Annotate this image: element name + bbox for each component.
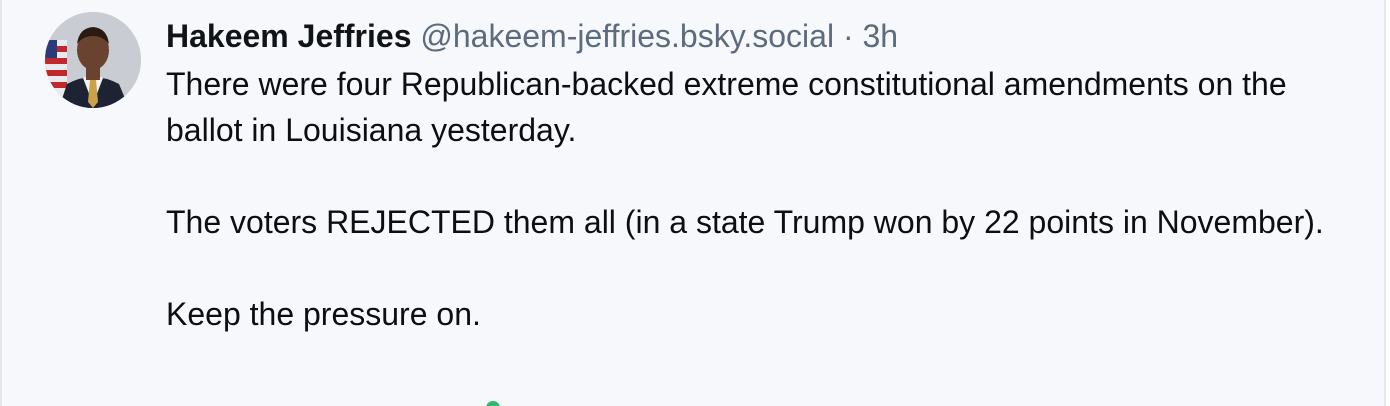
post-content: Hakeem Jeffries @hakeem-jeffries.bsky.so… bbox=[166, 14, 1366, 337]
author-name[interactable]: Hakeem Jeffries bbox=[166, 18, 411, 54]
post-paragraph: The voters REJECTED them all (in a state… bbox=[166, 204, 1324, 240]
post-paragraph: There were four Republican-backed extrem… bbox=[166, 66, 1287, 148]
post-text: There were four Republican-backed extrem… bbox=[166, 61, 1366, 337]
post-header: Hakeem Jeffries @hakeem-jeffries.bsky.so… bbox=[166, 14, 1366, 58]
post-paragraph: Keep the pressure on. bbox=[166, 296, 481, 332]
author-avatar[interactable] bbox=[45, 12, 141, 108]
action-icon-partial bbox=[486, 401, 500, 406]
avatar-photo-icon bbox=[45, 12, 141, 108]
post-card[interactable]: Hakeem Jeffries @hakeem-jeffries.bsky.so… bbox=[0, 0, 1386, 406]
author-handle[interactable]: @hakeem-jeffries.bsky.social bbox=[420, 18, 834, 54]
post-timestamp[interactable]: 3h bbox=[862, 18, 898, 54]
meta-separator: · bbox=[842, 18, 854, 54]
